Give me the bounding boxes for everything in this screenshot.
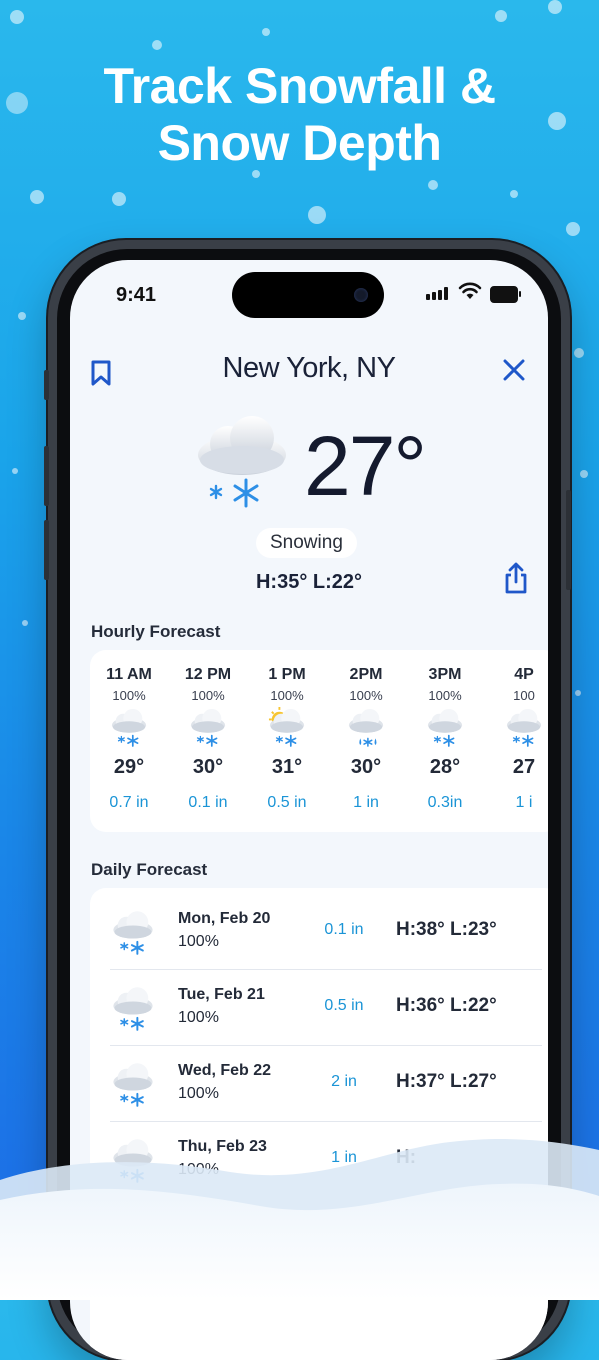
snow-cloud-icon	[426, 706, 464, 748]
daily-high-low: H:38° L:23°	[396, 919, 497, 940]
phone-volume-down	[44, 520, 49, 580]
hourly-precip-chance: 100%	[428, 688, 462, 703]
hourly-snow-amount: 1 i	[515, 794, 533, 811]
hourly-temperature: 28°	[429, 756, 461, 778]
hourly-temperature: 30°	[192, 756, 224, 778]
hourly-time: 11 AM	[106, 666, 152, 683]
wifi-icon	[458, 282, 482, 299]
daily-day: Mon, Feb 20	[178, 910, 271, 927]
snow-cloud-icon	[110, 706, 148, 748]
hourly-snow-amount: 0.1 in	[188, 794, 228, 811]
status-bar: 9:41	[70, 260, 548, 320]
daily-row[interactable]: Wed, Feb 22 100% 2 in H:37° L:27°	[90, 1046, 548, 1122]
dynamic-island	[232, 272, 384, 318]
header-bar: New York, NY	[70, 346, 548, 390]
promo-headline: Track Snowfall & Snow Depth	[0, 58, 599, 172]
hourly-precip-chance: 100%	[191, 688, 225, 703]
daily-day: Wed, Feb 22	[178, 1062, 272, 1079]
share-icon[interactable]	[504, 562, 528, 594]
sun-snow-cloud-icon	[268, 706, 306, 748]
snow-cloud-icon	[505, 706, 543, 748]
hourly-temperature: 27	[512, 756, 536, 778]
hourly-precip-chance: 100%	[112, 688, 146, 703]
hourly-time: 2PM	[349, 666, 383, 683]
close-icon[interactable]	[502, 358, 526, 382]
daily-snow-amount: 2 in	[331, 1073, 357, 1090]
daily-precip-chance: 100%	[178, 1009, 219, 1026]
phone-power-button	[566, 490, 571, 590]
daily-day: Tue, Feb 21	[178, 986, 265, 1003]
hourly-precip-chance: 100%	[270, 688, 304, 703]
snow-cloud-icon	[110, 984, 156, 1032]
promo-headline-line1: Track Snowfall &	[103, 58, 496, 114]
promo-headline-line2: Snow Depth	[157, 115, 442, 171]
snow-cloud-icon	[110, 1060, 156, 1108]
snow-drift-decoration	[0, 1139, 599, 1300]
hourly-forecast-list[interactable]: 11 AM 100% 29° 0.7 in 12 PM 100% 30° 0.1…	[90, 650, 548, 832]
snow-cloud-icon	[110, 908, 156, 956]
hourly-snow-amount: 0.7 in	[109, 794, 149, 811]
city-title: New York, NY	[222, 352, 396, 384]
hourly-snow-amount: 1 in	[353, 794, 379, 811]
hourly-precip-chance: 100	[513, 688, 535, 703]
current-temperature: 27°	[304, 419, 427, 513]
hourly-time: 4P	[514, 666, 534, 683]
hourly-precip-chance: 100%	[349, 688, 383, 703]
daily-precip-chance: 100%	[178, 1085, 219, 1102]
daily-row[interactable]: Mon, Feb 20 100% 0.1 in H:38° L:23°	[90, 894, 548, 970]
battery-icon	[490, 286, 521, 303]
hourly-time: 3PM	[428, 666, 462, 683]
condition-badge: Snowing	[256, 528, 357, 558]
daily-row[interactable]: Tue, Feb 21 100% 0.5 in H:36° L:22°	[90, 970, 548, 1046]
daily-snow-amount: 0.1 in	[324, 921, 364, 938]
snow-cloud-icon	[198, 416, 286, 508]
daily-high-low: H:37° L:27°	[396, 1071, 497, 1092]
hourly-temperature: 30°	[350, 756, 382, 778]
daily-forecast-title: Daily Forecast	[91, 860, 208, 879]
hourly-temperature: 31°	[271, 756, 303, 778]
current-high-low: H:35° L:22°	[255, 571, 363, 593]
status-time: 9:41	[116, 284, 157, 306]
camera-icon	[354, 288, 368, 302]
daily-snow-amount: 0.5 in	[324, 997, 364, 1014]
phone-side-button	[44, 370, 49, 400]
hourly-time: 12 PM	[184, 666, 232, 683]
hourly-temperature: 29°	[113, 756, 145, 778]
hourly-snow-amount: 0.5 in	[267, 794, 307, 811]
daily-precip-chance: 100%	[178, 933, 219, 950]
hourly-snow-amount: 0.3in	[427, 794, 463, 811]
hourly-forecast-title: Hourly Forecast	[91, 622, 221, 641]
sleet-cloud-icon	[347, 706, 385, 748]
phone-volume-up	[44, 446, 49, 506]
daily-high-low: H:36° L:22°	[396, 995, 497, 1016]
snow-cloud-icon	[189, 706, 227, 748]
hourly-time: 1 PM	[268, 666, 306, 683]
